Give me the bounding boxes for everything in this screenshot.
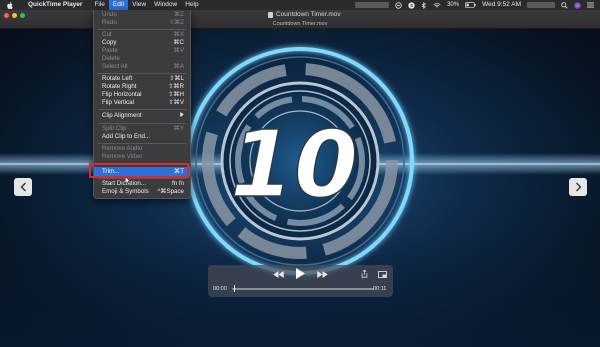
menu-file[interactable]: File — [90, 0, 108, 10]
playhead[interactable] — [234, 285, 235, 292]
clock[interactable]: Wed 9:52 AM — [482, 0, 521, 10]
menu-view[interactable]: View — [128, 0, 150, 10]
fast-forward-icon — [316, 270, 328, 278]
menu-item-delete: Delete — [102, 55, 120, 62]
redacted-status-item — [355, 2, 390, 8]
menu-item-rotate-left[interactable]: Rotate Left ⇧⌘L — [94, 75, 190, 83]
battery-percent: 30% — [447, 2, 460, 8]
remaining-time: 00:11 — [373, 286, 387, 292]
status-item-icon[interactable] — [395, 1, 402, 9]
fullscreen-window-button[interactable] — [20, 13, 25, 18]
progress-track[interactable] — [232, 288, 374, 290]
chevron-left-icon — [20, 182, 26, 192]
menu-item-remove-audio: Remove Audio — [102, 145, 143, 152]
menu-window[interactable]: Window — [150, 0, 181, 10]
menu-item-cut: Cut ⌘X — [102, 31, 184, 38]
menu-bar: QuickTime Player File Edit View Window H… — [0, 0, 600, 10]
next-button[interactable] — [569, 178, 587, 196]
countdown-number: 10 — [230, 111, 358, 218]
share-button[interactable] — [360, 269, 369, 279]
menu-separator — [98, 178, 186, 179]
tab-title[interactable]: Countdown Timer.mov — [0, 20, 600, 28]
menu-item-emoji-symbols[interactable]: Emoji & Symbols ^⌘Space — [94, 188, 190, 196]
menu-separator — [98, 143, 186, 144]
menu-item-clip-alignment[interactable]: Clip Alignment — [94, 112, 190, 120]
menu-separator — [98, 29, 186, 30]
wifi-icon[interactable] — [433, 2, 441, 9]
menu-item-paste: Paste ⌘V — [102, 47, 184, 54]
menu-item-undo: Undo ⌘Z — [102, 11, 184, 18]
menu-item-add-clip-to-end[interactable]: Add Clip to End... — [94, 133, 190, 141]
bluetooth-icon[interactable] — [421, 1, 427, 9]
menu-item-split-clip: Split Clip ⌘Y — [102, 125, 184, 132]
minimize-window-button[interactable] — [12, 13, 17, 18]
elapsed-time: 00:00 — [213, 286, 227, 292]
close-window-button[interactable] — [4, 13, 9, 18]
picture-in-picture-icon — [377, 271, 387, 278]
skype-icon[interactable]: S — [408, 1, 415, 9]
menu-help[interactable]: Help — [181, 0, 202, 10]
submenu-arrow-icon — [180, 112, 184, 120]
notification-center-icon[interactable] — [587, 2, 594, 8]
menu-item-rotate-right[interactable]: Rotate Right ⇧⌘R — [94, 83, 190, 91]
countdown-graphic: 10 — [186, 47, 414, 275]
menu-item-copy[interactable]: Copy ⌘C — [94, 39, 190, 47]
document-icon — [268, 12, 273, 18]
rewind-button[interactable] — [272, 269, 284, 279]
play-button[interactable] — [294, 267, 306, 280]
mouse-cursor-icon — [124, 172, 131, 190]
previous-button[interactable] — [14, 178, 32, 196]
chevron-right-icon — [575, 182, 581, 192]
window-controls — [4, 13, 25, 18]
menu-item-redo: Redo ⇧⌘Z — [102, 19, 184, 26]
menu-edit[interactable]: Edit — [108, 0, 129, 10]
menu-item-select-all: Select All ⌘A — [102, 63, 184, 70]
window-title: Countdown Timer.mov — [268, 10, 341, 20]
window-title-text: Countdown Timer.mov — [276, 11, 341, 18]
apple-icon[interactable] — [6, 1, 14, 9]
video-player[interactable]: 10 00:00 00:11 — [0, 28, 600, 347]
play-icon — [295, 268, 305, 279]
menu-item-remove-video: Remove Video — [102, 153, 143, 160]
menu-separator — [98, 73, 186, 74]
battery-icon[interactable] — [465, 2, 476, 8]
svg-text:S: S — [410, 3, 413, 8]
trim-highlight-annotation — [89, 163, 189, 178]
user-account-redacted[interactable] — [527, 2, 555, 8]
playback-controls: 00:00 00:11 — [208, 265, 393, 297]
menu-item-flip-horizontal[interactable]: Flip Horizontal ⇧⌘H — [94, 91, 190, 99]
menu-separator — [98, 123, 186, 124]
fast-forward-button[interactable] — [316, 269, 328, 279]
menu-separator — [98, 109, 186, 110]
menu-item-start-dictation[interactable]: Start Dictation... fn fn — [94, 180, 190, 188]
share-icon — [361, 270, 368, 278]
picture-in-picture-button[interactable] — [377, 270, 387, 279]
menu-item-flip-vertical[interactable]: Flip Vertical ⇧⌘V — [94, 99, 190, 107]
menu-app-name[interactable]: QuickTime Player — [24, 0, 86, 10]
window-title-bar[interactable]: Countdown Timer.mov Countdown Timer.mov — [0, 10, 600, 29]
rewind-icon — [272, 270, 284, 278]
siri-icon[interactable] — [574, 1, 581, 9]
search-icon[interactable] — [561, 1, 568, 9]
